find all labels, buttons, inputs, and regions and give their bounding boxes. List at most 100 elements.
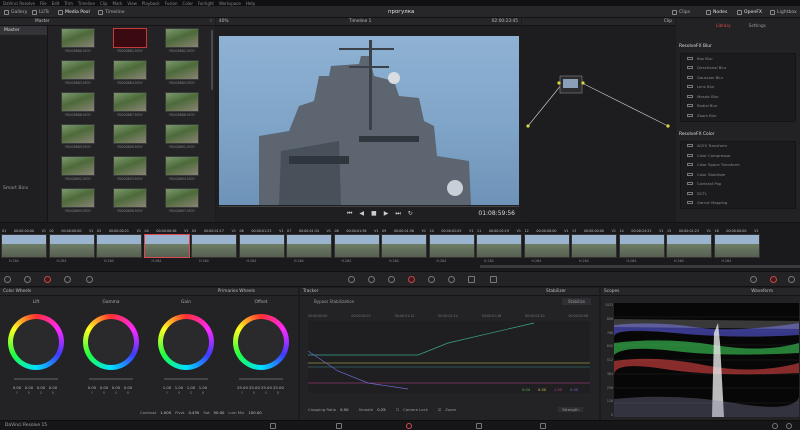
timeline-clip[interactable]: 06 00:00:01:23 V1 H.264 (238, 227, 285, 267)
media-clip[interactable]: P0008886.MOV (50, 90, 100, 121)
zoom-level[interactable]: 40% (219, 19, 229, 24)
wheel-value[interactable]: 0.00 (111, 385, 121, 390)
keyframes-icon[interactable] (750, 276, 757, 283)
tab-settings[interactable]: Settings (749, 23, 766, 28)
curves-icon[interactable] (348, 276, 355, 283)
wheels-mode-selector[interactable]: Primaries Wheels (218, 289, 255, 294)
wheel-value[interactable]: 25.00 (237, 385, 248, 390)
fx-item[interactable]: ACES Transform (681, 142, 795, 151)
strength-selector[interactable]: Strength (558, 407, 583, 412)
fx-item[interactable]: Directional Blur (681, 64, 795, 73)
media-clip[interactable]: P0008880.MOV (50, 26, 100, 57)
media-clip[interactable]: P0008887.MOV (102, 90, 152, 121)
wheel-value[interactable]: 1.00 (174, 385, 184, 390)
wheel-value[interactable]: 0.00 (123, 385, 133, 390)
info-icon[interactable] (788, 276, 795, 283)
fairlight-page-icon[interactable] (476, 422, 482, 429)
media-pool-scrollbar[interactable] (211, 30, 213, 90)
camera-lock-checkbox[interactable]: ☐ (396, 407, 399, 412)
media-clip[interactable]: P0008896.MOV (102, 186, 152, 217)
viewer-image[interactable] (219, 36, 519, 205)
menu-item[interactable]: DaVinci Resolve (3, 1, 35, 6)
fx-item[interactable]: Radial Blur (681, 102, 795, 111)
fx-item[interactable]: Color Stabilizer (681, 170, 795, 180)
timeline-clip[interactable]: 16 00:00:00:00 V1 H.264 (713, 227, 760, 267)
master-wheel-slider[interactable] (239, 378, 283, 380)
lightbox-button[interactable]: Lightbox (770, 8, 797, 16)
fx-item[interactable]: Gaussian Blur (681, 73, 795, 83)
scope-type-selector[interactable]: Waveform (751, 289, 773, 294)
bypass-stabilization-label[interactable]: Bypass Stabilization (314, 299, 354, 304)
menu-item[interactable]: Fairlight (198, 1, 214, 6)
timeline-clip[interactable]: 11 00:00:02:19 V1 H.264 (476, 227, 522, 267)
tracker-graph[interactable] (308, 321, 590, 393)
motion-effects-icon[interactable] (86, 276, 93, 283)
rgb-mixer-icon[interactable] (64, 276, 71, 283)
window-icon[interactable] (388, 276, 395, 283)
tracker-mode-selector[interactable]: Stabilizer (546, 289, 566, 294)
scopes-icon[interactable] (770, 276, 777, 283)
luts-button[interactable]: LUTs (32, 8, 49, 16)
key-icon[interactable] (448, 276, 455, 283)
menu-item[interactable]: Mark (113, 1, 123, 6)
3d-icon[interactable] (490, 276, 497, 283)
media-pool-button[interactable]: Media Pool (58, 8, 90, 16)
wheel-value[interactable]: 1.00 (186, 385, 196, 390)
tracker-icon[interactable] (408, 276, 415, 283)
timeline-clip[interactable]: 07 00:00:01:34 V1 H.264 (286, 227, 332, 267)
timeline-button[interactable]: Timeline (98, 8, 125, 16)
edit-page-icon[interactable] (336, 422, 342, 429)
media-clip[interactable]: P0008895.MOV (50, 186, 100, 217)
reverse-icon[interactable]: ◀ (359, 210, 364, 218)
menu-item[interactable]: Edit (52, 1, 60, 6)
section-blur[interactable]: ResolveFX Blur (676, 42, 800, 51)
smooth-value[interactable]: 0.25 (377, 407, 385, 412)
zoom-checkbox[interactable]: ☑ (438, 407, 441, 412)
wheel-value[interactable]: 0.00 (12, 385, 22, 390)
fx-item[interactable]: Contrast Pop (681, 180, 795, 189)
timeline-scrollbar[interactable] (480, 265, 800, 268)
clips-button[interactable]: Clips (672, 8, 690, 16)
menu-item[interactable]: Fusion (165, 1, 178, 6)
media-clip[interactable]: P0008891.MOV (154, 122, 204, 153)
media-clip[interactable]: P0008897.MOV (154, 186, 204, 217)
blur-icon[interactable] (428, 276, 435, 283)
sizing-icon[interactable] (468, 276, 475, 283)
wheel-value[interactable]: 1.00 (162, 385, 172, 390)
media-clip[interactable]: P0008881.MOV (102, 26, 152, 57)
search-icon[interactable]: ⌕ (210, 19, 212, 24)
fx-item[interactable]: Gamut Mapping (681, 199, 795, 208)
wheel-value[interactable]: 0.00 (99, 385, 109, 390)
nodes-button[interactable]: Nodes (706, 8, 727, 16)
pivot-value[interactable]: 0.435 (188, 410, 199, 415)
last-frame-icon[interactable]: ⏭ (395, 210, 400, 218)
cropping-ratio-value[interactable]: 0.50 (340, 407, 348, 412)
media-clip[interactable]: P0008893.MOV (102, 154, 152, 185)
qualifier-icon[interactable] (368, 276, 375, 283)
camera-raw-icon[interactable] (4, 276, 11, 283)
settings-icon[interactable] (786, 422, 792, 429)
master-wheel-slider[interactable] (14, 378, 58, 380)
bin-item-master[interactable]: Master (0, 26, 47, 35)
timeline-clip[interactable]: 13 00:00:00:00 V1 H.264 (571, 227, 617, 267)
timeline-clip[interactable]: 05 00:00:01:17 V1 H.264 (191, 227, 237, 267)
color-page-icon[interactable] (406, 422, 412, 429)
wheel-value[interactable]: 25.00 (273, 385, 284, 390)
home-icon[interactable] (772, 422, 778, 429)
color-wheel[interactable] (158, 314, 214, 370)
gallery-button[interactable]: Gallery (4, 8, 27, 16)
media-clip[interactable]: P0008892.MOV (50, 154, 100, 185)
fx-item[interactable]: DCTL (681, 189, 795, 199)
color-match-icon[interactable] (24, 276, 31, 283)
wheel-value[interactable]: 1.00 (198, 385, 208, 390)
stop-icon[interactable]: ■ (371, 210, 377, 218)
contrast-value[interactable]: 1.000 (160, 410, 171, 415)
wheel-value[interactable]: 0.00 (48, 385, 58, 390)
media-clip[interactable]: P0008882.MOV (154, 26, 204, 57)
timeline-clip[interactable]: 08 00:00:01:36 V1 H.264 (333, 227, 380, 267)
scrubber-bar[interactable] (219, 206, 519, 207)
fx-item[interactable]: Color Space Transform (681, 161, 795, 170)
media-clip[interactable]: P0008885.MOV (154, 58, 204, 89)
menu-item[interactable]: Timeline (78, 1, 95, 6)
wheel-value[interactable]: 0.00 (87, 385, 97, 390)
